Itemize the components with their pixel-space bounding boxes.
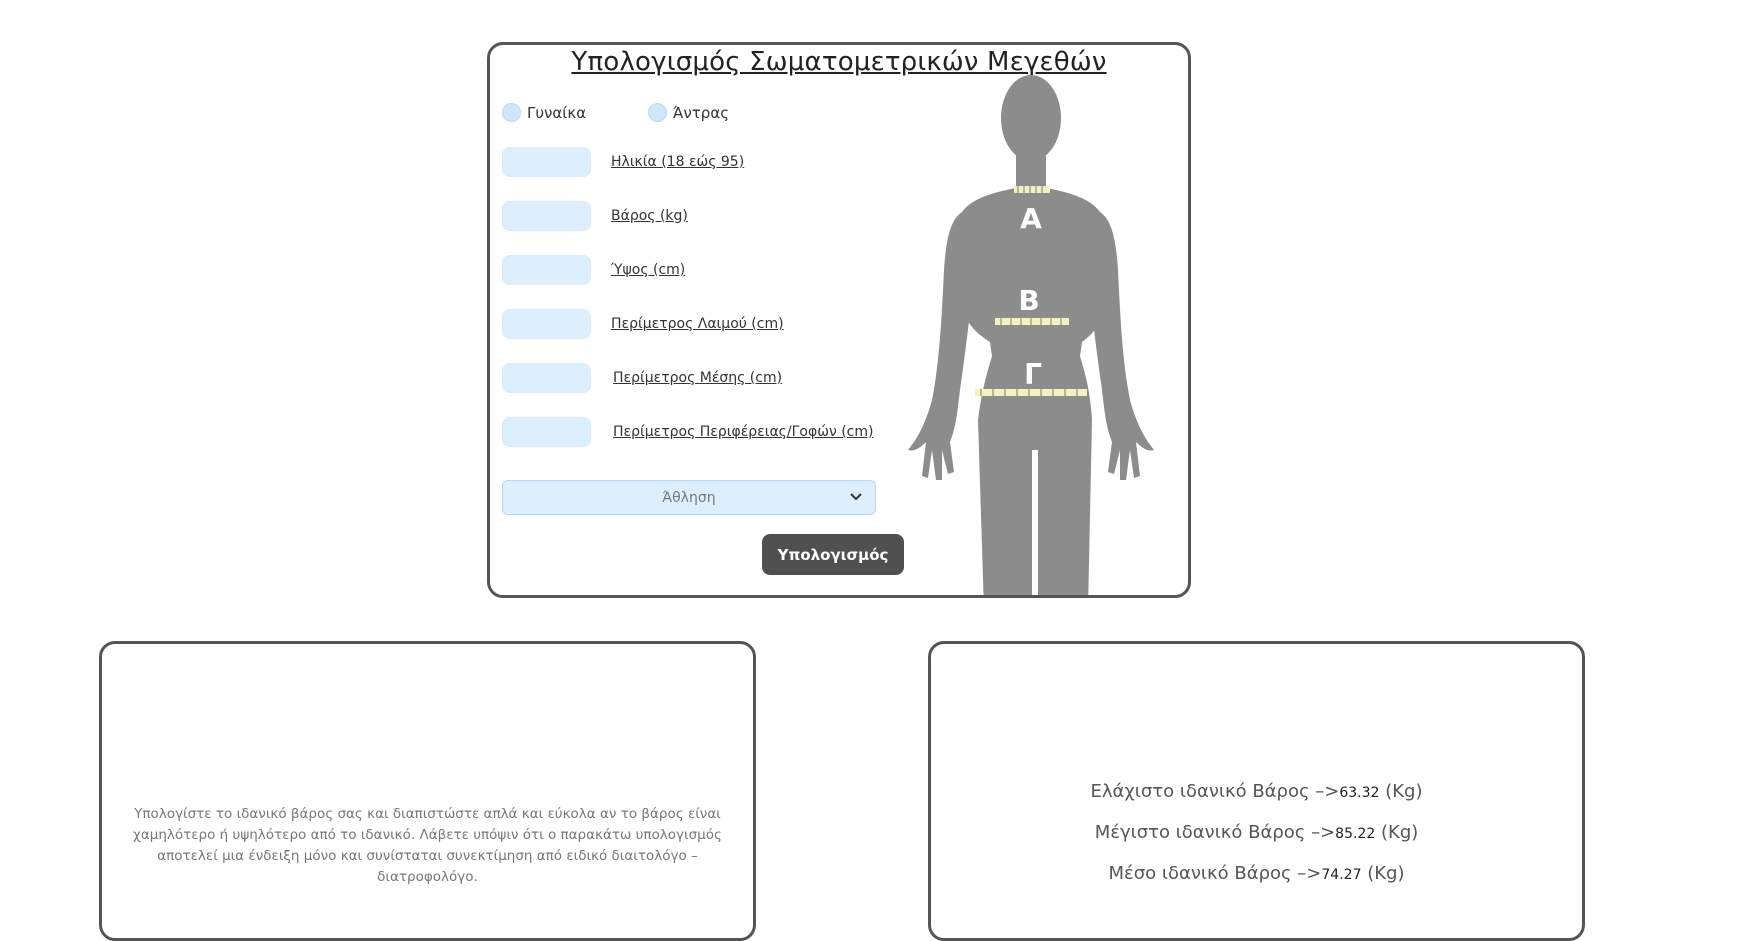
avg-weight-result: Μέσο ιδανικό Βάρος –>74.27 (Kg) bbox=[931, 863, 1582, 884]
min-weight-unit: (Kg) bbox=[1385, 781, 1423, 802]
min-weight-label: Ελάχιστο ιδανικό Βάρος –> bbox=[1090, 781, 1340, 802]
min-weight-result: Ελάχιστο ιδανικό Βάρος –>63.32 (Kg) bbox=[931, 781, 1582, 802]
info-card: Υπολογίστε το ιδανικό βάρος σας και διαπ… bbox=[99, 641, 756, 941]
info-text: Υπολογίστε το ιδανικό βάρος σας και διαπ… bbox=[133, 806, 722, 885]
activity-select[interactable]: Άθληση bbox=[502, 480, 876, 515]
weight-field-row: Βάρος (kg) bbox=[502, 201, 688, 231]
waist-tape bbox=[995, 318, 1069, 325]
activity-select-value: Άθληση bbox=[662, 489, 716, 506]
neck-label: Περίμετρος Λαιμού (cm) bbox=[611, 316, 784, 332]
waist-marker: B bbox=[1018, 284, 1039, 317]
age-label: Ηλικία (18 εώς 95) bbox=[611, 154, 745, 170]
waist-input[interactable] bbox=[502, 363, 591, 393]
gender-option-female[interactable]: Γυναίκα bbox=[502, 103, 586, 122]
waist-label: Περίμετρος Μέσης (cm) bbox=[613, 370, 783, 386]
calculate-button[interactable]: Υπολογισμός bbox=[762, 534, 904, 575]
hips-field-row: Περίμετρος Περιφέρειας/Γοφών (cm) bbox=[502, 417, 873, 447]
weight-label: Βάρος (kg) bbox=[611, 208, 688, 224]
height-label: Ύψος (cm) bbox=[611, 262, 686, 278]
max-weight-result: Μέγιστο ιδανικό Βάρος –>85.22 (Kg) bbox=[931, 822, 1582, 843]
min-weight-value: 63.32 bbox=[1339, 785, 1380, 801]
body-figure-illustration: A B Γ bbox=[908, 75, 1154, 595]
hips-input[interactable] bbox=[502, 417, 591, 447]
male-label: Άντρας bbox=[673, 103, 730, 122]
avg-weight-value: 74.27 bbox=[1321, 867, 1362, 883]
age-input[interactable] bbox=[502, 147, 591, 177]
height-input[interactable] bbox=[502, 255, 591, 285]
max-weight-unit: (Kg) bbox=[1381, 822, 1419, 843]
body-silhouette bbox=[908, 75, 1154, 595]
height-field-row: Ύψος (cm) bbox=[502, 255, 685, 285]
gender-option-male[interactable]: Άντρας bbox=[648, 103, 729, 122]
female-radio[interactable] bbox=[502, 103, 521, 122]
calculator-card: Υπολογισμός Σωματομετρικών Μεγεθών Γυναί… bbox=[487, 42, 1191, 598]
neck-tape bbox=[1014, 186, 1050, 193]
avg-weight-unit: (Kg) bbox=[1367, 863, 1405, 884]
max-weight-value: 85.22 bbox=[1335, 826, 1376, 842]
hips-marker: Γ bbox=[1024, 358, 1042, 391]
waist-field-row: Περίμετρος Μέσης (cm) bbox=[502, 363, 782, 393]
female-label: Γυναίκα bbox=[527, 103, 587, 122]
neck-marker: A bbox=[1020, 202, 1042, 235]
avg-weight-label: Μέσο ιδανικό Βάρος –> bbox=[1108, 863, 1322, 884]
neck-field-row: Περίμετρος Λαιμού (cm) bbox=[502, 309, 784, 339]
male-radio[interactable] bbox=[648, 103, 667, 122]
weight-input[interactable] bbox=[502, 201, 591, 231]
hips-label: Περίμετρος Περιφέρειας/Γοφών (cm) bbox=[613, 424, 874, 440]
chevron-down-icon bbox=[850, 493, 862, 501]
age-field-row: Ηλικία (18 εώς 95) bbox=[502, 147, 744, 177]
max-weight-label: Μέγιστο ιδανικό Βάρος –> bbox=[1094, 822, 1336, 843]
neck-input[interactable] bbox=[502, 309, 591, 339]
results-card: Ελάχιστο ιδανικό Βάρος –>63.32 (Kg) Μέγι… bbox=[928, 641, 1585, 941]
